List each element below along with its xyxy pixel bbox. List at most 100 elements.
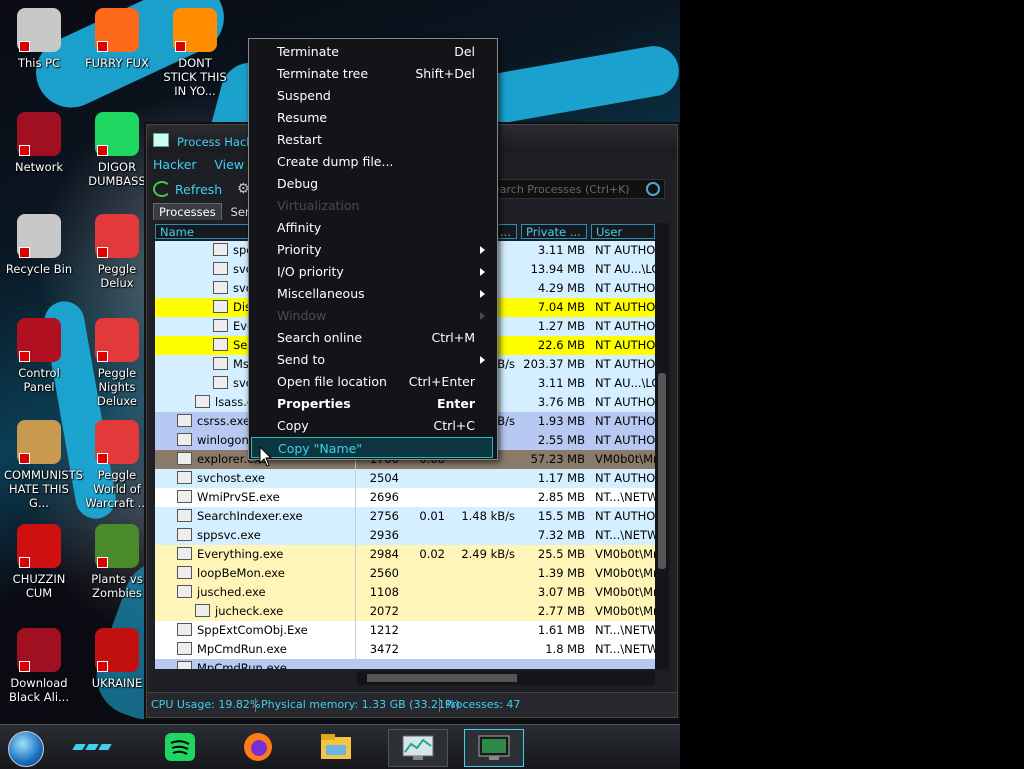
desktop-icon[interactable]: Download Black Ali... bbox=[4, 628, 74, 704]
context-menu[interactable]: Terminate Del Terminate tree Shift+Del Suspe… bbox=[248, 38, 498, 460]
refresh-button[interactable]: Refresh bbox=[153, 181, 222, 197]
column-io[interactable]: ... bbox=[495, 224, 517, 239]
desktop-icon[interactable]: Peggle Delux bbox=[82, 214, 152, 290]
process-row[interactable]: jusched.exe 1108 3.07 MB VM0b0t\Mr bbox=[155, 583, 655, 602]
process-name: SppExtComObj.Exe bbox=[177, 621, 308, 640]
vertical-scrollbar[interactable] bbox=[655, 223, 669, 669]
menu-item[interactable]: I/O priority bbox=[251, 261, 493, 282]
menu-item-label: Priority bbox=[277, 242, 322, 257]
process-pid: 1212 bbox=[369, 623, 399, 637]
desktop-icon[interactable]: Network bbox=[4, 112, 74, 174]
desktop-icon[interactable]: This PC bbox=[4, 8, 74, 70]
menu-item[interactable]: Terminate Del bbox=[251, 41, 493, 62]
menu-item[interactable]: Copy "Name" bbox=[251, 437, 493, 458]
menu-item[interactable]: Open file location Ctrl+Enter bbox=[251, 371, 493, 392]
menu-item[interactable]: Restart bbox=[251, 129, 493, 150]
process-private-bytes: 25.5 MB bbox=[537, 547, 585, 561]
download-icon bbox=[17, 628, 61, 672]
scrollbar-thumb[interactable] bbox=[658, 373, 666, 569]
desktop-icon[interactable]: Plants vs Zombies bbox=[82, 524, 152, 600]
menu-item-shortcut: Del bbox=[454, 44, 475, 59]
process-user-name: VM0b0t\Mr bbox=[595, 452, 655, 466]
menu-item[interactable]: Properties Enter bbox=[251, 393, 493, 414]
horizontal-scrollbar[interactable] bbox=[357, 671, 655, 685]
process-row[interactable]: sppsvc.exe 2936 7.32 MB NT...\NETW bbox=[155, 526, 655, 545]
desktop-icon[interactable]: COMMUNISTS HATE THIS G... bbox=[4, 420, 83, 510]
desktop-icon-label: This PC bbox=[17, 56, 61, 70]
menu-item[interactable]: Create dump file... bbox=[251, 151, 493, 172]
tab-processes[interactable]: Processes bbox=[153, 203, 222, 220]
process-row[interactable]: loopBeMon.exe 2560 1.39 MB VM0b0t\Mr bbox=[155, 564, 655, 583]
cpu-usage: CPU Usage: 19.82% bbox=[151, 698, 261, 711]
menu-item-label: Miscellaneous bbox=[277, 286, 365, 301]
menu-item[interactable]: Terminate tree Shift+Del bbox=[251, 63, 493, 84]
desktop-icon[interactable]: Recycle Bin bbox=[4, 214, 74, 276]
scrollbar-thumb[interactable] bbox=[367, 674, 517, 682]
refresh-label: Refresh bbox=[175, 182, 223, 197]
peggle-icon bbox=[95, 214, 139, 258]
status-divider bbox=[255, 698, 256, 712]
menu-item[interactable]: Affinity bbox=[251, 217, 493, 238]
column-user-name[interactable]: User name bbox=[591, 224, 655, 254]
process-name: jucheck.exe bbox=[195, 602, 283, 621]
menu-item[interactable]: Send to bbox=[251, 349, 493, 370]
menu-item[interactable]: Copy Ctrl+C bbox=[251, 415, 493, 436]
desktop-icon[interactable]: FURRY FUX bbox=[82, 8, 152, 70]
process-icon bbox=[213, 319, 228, 332]
desktop-icon-label: CHUZZIN CUM bbox=[12, 572, 66, 600]
process-row[interactable]: jucheck.exe 2072 2.77 MB VM0b0t\Mr bbox=[155, 602, 655, 621]
process-pid: 2984 bbox=[369, 547, 399, 561]
menu-hacker[interactable]: Hacker bbox=[153, 157, 197, 172]
process-user-name: VM0b0t\Mr bbox=[595, 566, 655, 580]
process-row[interactable]: Everything.exe 2984 0.02 2.49 kB/s 25.5 MB VM… bbox=[155, 545, 655, 564]
menu-item[interactable]: Resume bbox=[251, 107, 493, 128]
menu-item[interactable]: Miscellaneous bbox=[251, 283, 493, 304]
search-icon[interactable] bbox=[646, 182, 660, 196]
menu-view[interactable]: View bbox=[214, 157, 244, 172]
status-divider bbox=[439, 698, 440, 712]
menu-item[interactable]: Suspend bbox=[251, 85, 493, 106]
desktop-icon[interactable]: DIGOR DUMBASS bbox=[82, 112, 152, 188]
start-button[interactable] bbox=[8, 731, 44, 767]
process-name: MpCmdRun.exe bbox=[177, 640, 287, 659]
process-row[interactable]: MpCmdRun.exe bbox=[155, 659, 655, 669]
desktop-icon[interactable]: Peggle World of Warcraft ... bbox=[82, 420, 152, 510]
menu-item-label: Window bbox=[277, 308, 327, 323]
process-private-bytes: 3.07 MB bbox=[537, 585, 585, 599]
performance-monitor-icon[interactable] bbox=[388, 729, 448, 767]
desktop-icon[interactable]: Peggle Nights Deluxe bbox=[82, 318, 152, 408]
process-icon bbox=[213, 376, 228, 389]
process-pid: 3472 bbox=[369, 642, 399, 656]
desktop-icon[interactable]: UKRAINE bbox=[82, 628, 152, 690]
spotify-icon[interactable] bbox=[160, 729, 200, 765]
process-row[interactable]: svchost.exe 2504 1.17 MB NT AUTHO bbox=[155, 469, 655, 488]
desktop-icon[interactable]: DONT STICK THIS IN YO... bbox=[160, 8, 230, 98]
menu-item[interactable]: Search online Ctrl+M bbox=[251, 327, 493, 348]
menu-item-label: Send to bbox=[277, 352, 326, 367]
firefox-icon[interactable] bbox=[238, 729, 278, 765]
column-private-bytes[interactable]: Private ... bbox=[521, 224, 587, 239]
process-private-bytes: 1.8 MB bbox=[545, 642, 585, 656]
search-input[interactable]: Search Processes (Ctrl+K) bbox=[481, 179, 665, 199]
menu-item[interactable]: Priority bbox=[251, 239, 493, 260]
desktop-icon-label: UKRAINE bbox=[91, 676, 143, 690]
process-user-name: NT AUTHO bbox=[595, 414, 655, 428]
menu-item-label: Virtualization bbox=[277, 198, 360, 213]
process-icon bbox=[177, 471, 192, 484]
process-hacker-icon[interactable] bbox=[464, 729, 524, 767]
file-explorer-icon[interactable] bbox=[316, 729, 356, 765]
desktop-icon[interactable]: CHUZZIN CUM bbox=[4, 524, 74, 600]
process-row[interactable]: SppExtComObj.Exe 1212 1.61 MB NT...\NETW bbox=[155, 621, 655, 640]
shortcut-arrow-icon bbox=[19, 557, 30, 568]
vlc-icon bbox=[173, 8, 217, 52]
peggle-wow-icon bbox=[95, 420, 139, 464]
menu-item[interactable]: Debug bbox=[251, 173, 493, 194]
process-row[interactable]: SearchIndexer.exe 2756 0.01 1.48 kB/s 15.5 M… bbox=[155, 507, 655, 526]
process-row[interactable]: MpCmdRun.exe 3472 1.8 MB NT...\NETW bbox=[155, 640, 655, 659]
process-name: jusched.exe bbox=[177, 583, 266, 602]
menu-item-label: Open file location bbox=[277, 374, 387, 389]
desktop-icon[interactable]: Control Panel bbox=[4, 318, 74, 394]
process-icon bbox=[177, 433, 192, 446]
process-private-bytes: 22.6 MB bbox=[537, 338, 585, 352]
process-row[interactable]: WmiPrvSE.exe 2696 2.85 MB NT...\NETW bbox=[155, 488, 655, 507]
